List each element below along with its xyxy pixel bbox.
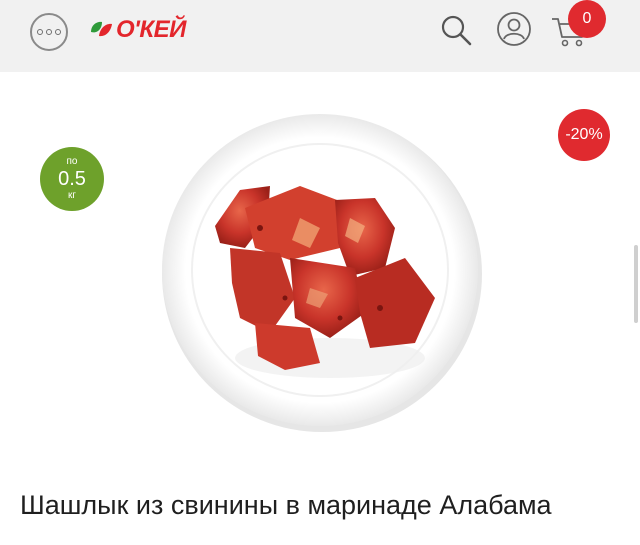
more-icon-dot (46, 29, 52, 35)
brand-logo[interactable]: О'КЕЙ (88, 14, 186, 46)
product-title: Шашлык из свинины в маринаде Алабама (20, 490, 552, 520)
top-header: О'КЕЙ 0 (0, 0, 640, 72)
more-menu-button[interactable] (30, 13, 68, 51)
more-icon-dot (37, 29, 43, 35)
search-icon[interactable] (438, 12, 474, 48)
scrollbar[interactable] (634, 245, 638, 323)
leaf-logo-icon (91, 21, 112, 37)
weight-value: 0.5 (58, 168, 86, 190)
weight-badge: по 0.5 кг (40, 147, 104, 211)
user-icon[interactable] (496, 11, 532, 47)
logo-text: О'КЕЙ (116, 16, 186, 43)
more-icon-dot (55, 29, 61, 35)
cart-count-badge[interactable]: 0 (568, 0, 606, 38)
discount-badge: -20% (558, 109, 610, 161)
weight-prefix: по (66, 156, 78, 167)
weight-unit: кг (67, 190, 77, 201)
product-image[interactable] (160, 108, 484, 432)
